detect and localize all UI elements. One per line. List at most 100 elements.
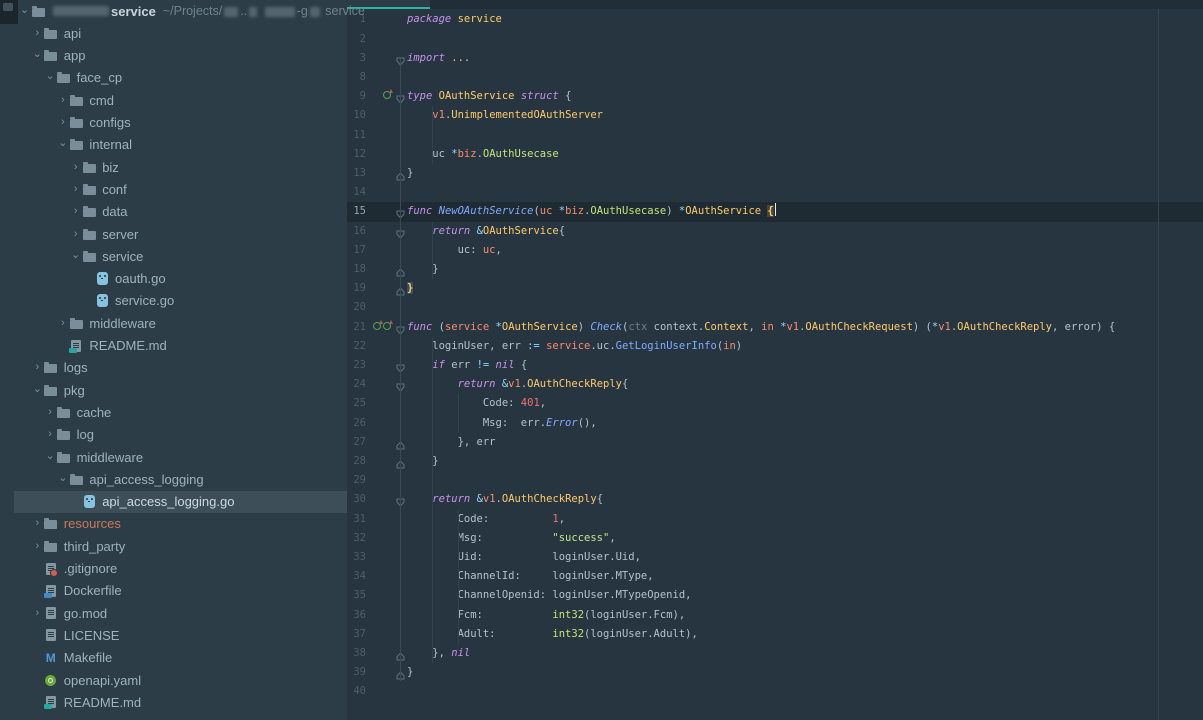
line-number[interactable]: 33 <box>347 548 366 567</box>
tree-item-openapi-yaml[interactable]: openapi.yaml <box>0 669 378 691</box>
chevron-down-icon[interactable]: ⌄ <box>56 138 69 149</box>
chevron-down-icon[interactable]: ⌄ <box>31 49 44 60</box>
code-line[interactable]: 38 }, nil <box>347 644 1203 663</box>
code-text[interactable]: return &OAuthService{ <box>407 222 565 241</box>
code-line[interactable]: 30 return &v1.OAuthCheckReply{ <box>347 490 1203 509</box>
code-line[interactable]: 28 } <box>347 452 1203 471</box>
chevron-right-icon[interactable]: › <box>69 162 82 173</box>
tree-item-pkg[interactable]: ⌄pkg <box>0 379 378 401</box>
code-line[interactable]: 10 v1.UnimplementedOAuthServer <box>347 106 1203 125</box>
line-number[interactable]: 28 <box>347 452 366 471</box>
tree-item-api-access-logging[interactable]: ⌄api_access_logging <box>0 468 403 490</box>
chevron-right-icon[interactable]: › <box>56 318 69 329</box>
line-number[interactable]: 14 <box>347 183 366 202</box>
tree-item-configs[interactable]: ›configs <box>0 112 403 134</box>
tree-item-log[interactable]: ›log <box>0 424 391 446</box>
tree-item-third-party[interactable]: ›third_party <box>0 535 378 557</box>
code-text[interactable]: Code: 401, <box>407 394 546 413</box>
chevron-right-icon[interactable]: › <box>69 184 82 195</box>
code-text[interactable]: package service <box>407 10 502 29</box>
line-number[interactable]: 29 <box>347 471 366 490</box>
tree-item-readme-md[interactable]: README.md <box>0 691 378 713</box>
code-line[interactable]: 22 loginUser, err := service.uc.GetLogin… <box>347 337 1203 356</box>
code-text[interactable]: import ... <box>407 49 470 68</box>
chevron-right-icon[interactable]: › <box>56 117 69 128</box>
tree-item--gitignore[interactable]: .gitignore <box>0 558 378 580</box>
code-line[interactable]: 25 Code: 401, <box>347 394 1203 413</box>
line-number[interactable]: 27 <box>347 433 366 452</box>
code-line[interactable]: 19} <box>347 279 1203 298</box>
line-number[interactable]: 31 <box>347 510 366 529</box>
code-text[interactable]: } <box>407 663 413 682</box>
code-text[interactable]: } <box>407 164 413 183</box>
code-line[interactable]: 9 type OAuthService struct { <box>347 87 1203 106</box>
line-number[interactable]: 21 <box>347 318 366 337</box>
code-text[interactable]: }, nil <box>407 644 470 663</box>
tree-item-middleware[interactable]: ⌄middleware <box>0 446 391 468</box>
code-text[interactable]: return &v1.OAuthCheckReply{ <box>407 490 603 509</box>
tree-item-go-mod[interactable]: ›go.mod <box>0 602 378 624</box>
line-number[interactable]: 11 <box>347 126 366 145</box>
code-line[interactable]: 2 <box>347 30 1203 49</box>
line-number[interactable]: 34 <box>347 567 366 586</box>
code-text[interactable]: v1.UnimplementedOAuthServer <box>407 106 603 125</box>
code-line[interactable]: 31 Code: 1, <box>347 510 1203 529</box>
code-text[interactable]: }, err <box>407 433 496 452</box>
chevron-right-icon[interactable]: › <box>31 541 44 552</box>
line-number[interactable]: 35 <box>347 586 366 605</box>
chevron-down-icon[interactable]: ⌄ <box>56 473 69 484</box>
chevron-down-icon[interactable]: ⌄ <box>18 5 31 16</box>
code-text[interactable]: } <box>407 279 413 298</box>
code-text[interactable]: uc: uc, <box>407 241 502 260</box>
line-number[interactable]: 10 <box>347 106 366 125</box>
chevron-down-icon[interactable]: ⌄ <box>69 250 82 261</box>
line-number[interactable]: 39 <box>347 663 366 682</box>
line-number[interactable]: 13 <box>347 164 366 183</box>
chevron-right-icon[interactable]: › <box>31 608 44 619</box>
tree-item-cmd[interactable]: ›cmd <box>0 89 403 111</box>
chevron-right-icon[interactable]: › <box>56 95 69 106</box>
code-line[interactable]: 12 uc *biz.OAuthUsecase <box>347 145 1203 164</box>
line-number[interactable]: 16 <box>347 222 366 241</box>
code-line[interactable]: 35 ChannelOpenid: loginUser.MTypeOpenid, <box>347 586 1203 605</box>
code-line[interactable]: 27 }, err <box>347 433 1203 452</box>
code-line[interactable]: 39} <box>347 663 1203 682</box>
code-text[interactable]: } <box>407 452 439 471</box>
line-number[interactable]: 3 <box>347 49 366 68</box>
tree-item-makefile[interactable]: MMakefile <box>0 647 378 669</box>
code-text[interactable]: loginUser, err := service.uc.GetLoginUse… <box>407 337 742 356</box>
code-line[interactable]: 33 Uid: loginUser.Uid, <box>347 548 1203 567</box>
implements-interface-icon[interactable] <box>383 322 391 330</box>
chevron-right-icon[interactable]: › <box>31 28 44 39</box>
tree-item-middleware[interactable]: ›middleware <box>0 312 403 334</box>
tree-item-app[interactable]: ⌄app <box>0 45 378 67</box>
code-line[interactable]: 36 Fcm: int32(loginUser.Fcm), <box>347 606 1203 625</box>
line-number[interactable]: 26 <box>347 414 366 433</box>
code-line[interactable]: 18 } <box>347 260 1203 279</box>
tree-item-readme-md[interactable]: README.md <box>0 335 403 357</box>
gutter-implements-icons[interactable] <box>369 322 391 330</box>
tree-item-project-root[interactable]: ⌄ service~/Projects/.. -g service <box>0 0 365 22</box>
code-text[interactable]: return &v1.OAuthCheckReply{ <box>407 375 628 394</box>
line-number[interactable]: 23 <box>347 356 366 375</box>
line-number[interactable]: 22 <box>347 337 366 356</box>
code-line[interactable]: 34 ChannelId: loginUser.MType, <box>347 567 1203 586</box>
tree-item-logs[interactable]: ›logs <box>0 357 378 379</box>
code-line[interactable]: 21func (service *OAuthService) Check(ctx… <box>347 318 1203 337</box>
code-line[interactable]: 32 Msg: "success", <box>347 529 1203 548</box>
code-line[interactable]: 24 return &v1.OAuthCheckReply{ <box>347 375 1203 394</box>
line-number[interactable]: 19 <box>347 279 366 298</box>
code-line[interactable]: 20 <box>347 298 1203 317</box>
line-number[interactable]: 40 <box>347 682 366 701</box>
line-number[interactable]: 15 <box>347 202 366 221</box>
code-line[interactable]: 40 <box>347 682 1203 701</box>
line-number[interactable]: 9 <box>347 87 366 106</box>
line-number[interactable]: 17 <box>347 241 366 260</box>
chevron-right-icon[interactable]: › <box>44 407 57 418</box>
code-line[interactable]: 23 if err != nil { <box>347 356 1203 375</box>
line-number[interactable]: 30 <box>347 490 366 509</box>
code-text[interactable]: uc *biz.OAuthUsecase <box>407 145 559 164</box>
code-text[interactable]: func NewOAuthService(uc *biz.OAuthUsecas… <box>407 202 776 221</box>
code-line[interactable]: 15 func NewOAuthService(uc *biz.OAuthUsec… <box>347 202 1203 221</box>
code-text[interactable]: type OAuthService struct { <box>407 87 571 106</box>
